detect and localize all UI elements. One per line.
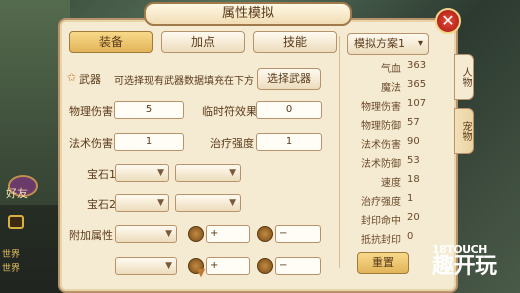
chat-line: 世界: [2, 264, 21, 274]
chevron-down-icon: ▼: [229, 168, 236, 178]
watermark-logo: 18TOUCH 趣开玩: [432, 243, 497, 278]
divider: [339, 36, 340, 268]
heal-input[interactable]: 1: [256, 133, 322, 151]
extra-attr-label: 附加属性: [69, 229, 113, 242]
panel-title: 属性模拟: [144, 2, 352, 26]
reset-button[interactable]: 重置: [357, 252, 409, 274]
scroll-down-icon[interactable]: ▼: [193, 266, 209, 280]
side-tab-character[interactable]: 人物: [454, 54, 474, 100]
chat-icon[interactable]: [8, 215, 24, 229]
stat-row-phys-def: 物理防御 57: [361, 117, 420, 132]
gem2-label: 宝石2: [87, 198, 116, 211]
extra-attr-select-2[interactable]: ▼: [115, 257, 177, 275]
chevron-down-icon: ▼: [165, 229, 172, 239]
physical-attack-input[interactable]: 5: [114, 101, 184, 119]
gem1-select-b[interactable]: ▼: [175, 164, 241, 182]
stat-row-magic-def: 法术防御 53: [361, 155, 420, 170]
tab-skills[interactable]: 技能: [253, 31, 337, 53]
magic-attack-label: 法术伤害: [69, 137, 113, 150]
stat-row-heal: 治疗强度 1: [361, 193, 414, 208]
sim-scheme-select[interactable]: 模拟方案1 ▾: [347, 33, 429, 55]
attr-plus-input[interactable]: +: [206, 225, 250, 243]
chevron-down-icon: ▼: [157, 168, 164, 178]
star-icon: ✩: [67, 71, 77, 84]
chevron-down-icon: ▼: [229, 198, 236, 208]
attr-minus-input-2[interactable]: −: [275, 257, 321, 275]
stat-row-seal-hit: 封印命中 20: [361, 212, 420, 227]
side-tab-pet[interactable]: 宠物: [454, 108, 474, 154]
select-weapon-button[interactable]: 选择武器: [257, 68, 321, 90]
physical-attack-label: 物理伤害: [69, 105, 113, 118]
gem1-select-a[interactable]: ▼: [115, 164, 169, 182]
stat-row-phys-atk: 物理伤害 107: [361, 98, 427, 113]
stat-row-seal-resist: 抵抗封印 0: [361, 231, 414, 246]
gem2-select-a[interactable]: ▼: [115, 194, 169, 212]
close-button[interactable]: ✕: [435, 8, 461, 34]
extra-attr-select[interactable]: ▼: [115, 225, 177, 243]
stat-row-magic-atk: 法术伤害 90: [361, 136, 420, 151]
attr-orb-icon[interactable]: [257, 258, 273, 274]
attr-orb-icon[interactable]: [188, 226, 204, 242]
chat-line: 世界: [2, 250, 21, 260]
stat-row-hp: 气血 363: [381, 60, 427, 75]
friend-label[interactable]: 好友: [6, 185, 28, 201]
attr-orb-icon[interactable]: [257, 226, 273, 242]
gem2-select-b[interactable]: ▼: [175, 194, 241, 212]
heal-label: 治疗强度: [210, 137, 254, 150]
tab-points[interactable]: 加点: [161, 31, 245, 53]
chevron-down-icon: ▾: [417, 38, 423, 49]
temp-effect-input[interactable]: 0: [256, 101, 322, 119]
weapon-label: 武器: [79, 73, 101, 86]
magic-attack-input[interactable]: 1: [114, 133, 184, 151]
tab-equipment[interactable]: 装备: [69, 31, 153, 53]
gem1-label: 宝石1: [87, 168, 116, 181]
attr-plus-input-2[interactable]: +: [206, 257, 250, 275]
sim-scheme-value: 模拟方案1: [354, 37, 405, 50]
watermark-bottom: 趣开玩: [432, 254, 497, 279]
chevron-down-icon: ▼: [165, 261, 172, 271]
attr-minus-input[interactable]: −: [275, 225, 321, 243]
temp-effect-label: 临时符效果: [202, 105, 257, 118]
stat-row-speed: 速度 18: [381, 174, 420, 189]
chat-area[interactable]: 世界 世界: [0, 205, 62, 293]
stat-row-mp: 魔法 365: [381, 79, 427, 94]
chevron-down-icon: ▼: [157, 198, 164, 208]
weapon-hint: 可选择现有武器数据填充在下方: [114, 76, 254, 87]
